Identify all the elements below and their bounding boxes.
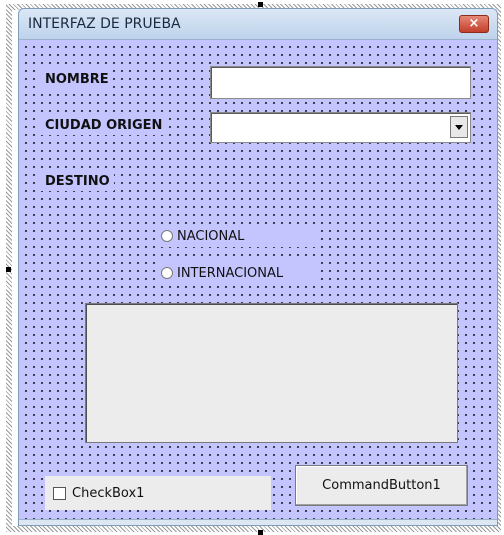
command-button-1[interactable]: CommandButton1 <box>295 465 468 506</box>
nombre-textbox[interactable] <box>210 66 471 99</box>
ciudad-origen-label: CIUDAD ORIGEN <box>41 116 167 135</box>
checkbox-square-icon[interactable] <box>53 486 66 500</box>
form-title: INTERFAZ DE PRUEBA <box>28 16 181 32</box>
resize-handle-top[interactable] <box>258 2 263 7</box>
form-bottom-edge <box>19 519 497 525</box>
option-internacional-label: INTERNACIONAL <box>177 265 284 281</box>
resize-handle-bottom[interactable] <box>258 530 263 535</box>
close-button[interactable]: × <box>459 15 489 33</box>
close-icon: × <box>468 16 480 31</box>
checkbox1[interactable]: CheckBox1 <box>45 476 271 510</box>
nombre-label: NOMBRE <box>41 70 113 89</box>
form-client-area[interactable]: NOMBRE CIUDAD ORIGEN DESTINO NACIONAL IN… <box>19 40 497 525</box>
option-nacional[interactable]: NACIONAL <box>161 225 321 247</box>
radio-circle-icon[interactable] <box>161 267 173 279</box>
option-internacional[interactable]: INTERNACIONAL <box>161 262 321 284</box>
userform-window: INTERFAZ DE PRUEBA × NOMBRE CIUDAD ORIGE… <box>18 8 498 526</box>
resize-handle-left[interactable] <box>6 267 11 272</box>
chevron-down-icon[interactable] <box>450 116 468 138</box>
option-nacional-label: NACIONAL <box>177 228 245 244</box>
title-bar: INTERFAZ DE PRUEBA × <box>19 9 497 40</box>
destino-label: DESTINO <box>41 172 114 191</box>
checkbox1-label: CheckBox1 <box>72 485 145 501</box>
list-box[interactable] <box>85 303 458 443</box>
radio-circle-icon[interactable] <box>161 230 173 242</box>
ciudad-origen-combobox[interactable] <box>210 112 471 143</box>
